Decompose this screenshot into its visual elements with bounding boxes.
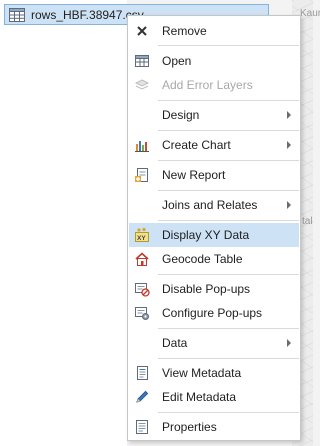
menu-separator	[158, 358, 299, 359]
menu-item-label: Data	[162, 336, 188, 350]
menu-item-remove[interactable]: Remove	[129, 19, 299, 43]
submenu-arrow-icon	[287, 111, 291, 119]
menu-item-geocode-table[interactable]: Geocode Table	[129, 247, 299, 271]
menu-item-design[interactable]: Design	[129, 103, 299, 127]
menu-separator	[158, 328, 299, 329]
menu-item-label: View Metadata	[162, 366, 242, 380]
submenu-arrow-icon	[287, 141, 291, 149]
menu-item-create-chart[interactable]: Create Chart	[129, 133, 299, 157]
map-label-mid: tal	[302, 216, 313, 227]
menu-separator	[158, 412, 299, 413]
menu-item-label: Configure Pop-ups	[162, 306, 263, 320]
menu-separator	[158, 130, 299, 131]
menu-item-label: Joins and Relates	[162, 198, 258, 212]
menu-item-label: Open	[162, 54, 192, 68]
configure-popups-icon	[135, 307, 149, 320]
submenu-arrow-icon	[287, 339, 291, 347]
menu-item-open[interactable]: Open	[129, 49, 299, 73]
menu-item-label: New Report	[162, 168, 226, 182]
menu-item-data[interactable]: Data	[129, 331, 299, 355]
context-menu: Remove Open Add Error Layers Design Crea…	[127, 15, 301, 441]
menu-item-edit-metadata[interactable]: Edit Metadata	[129, 385, 299, 409]
menu-item-label: Display XY Data	[162, 228, 250, 242]
remove-icon	[137, 26, 147, 36]
table-icon	[9, 7, 25, 22]
geocode-icon	[135, 252, 149, 266]
menu-item-disable-popups[interactable]: Disable Pop-ups	[129, 277, 299, 301]
error-layers-icon	[134, 79, 150, 90]
contents-pane	[0, 0, 127, 446]
menu-item-label: Create Chart	[162, 138, 231, 152]
menu-item-add-error-layers: Add Error Layers	[129, 73, 299, 97]
chart-icon	[135, 141, 149, 152]
xy-data-icon: XY	[135, 227, 149, 242]
view-metadata-icon	[137, 366, 148, 380]
menu-item-label: Remove	[162, 24, 207, 38]
menu-separator	[158, 45, 299, 46]
menu-item-label: Edit Metadata	[162, 390, 237, 404]
table-icon	[135, 55, 149, 67]
menu-item-label: Geocode Table	[162, 252, 243, 266]
menu-item-configure-popups[interactable]: Configure Pop-ups	[129, 301, 299, 325]
report-icon	[135, 168, 148, 182]
menu-item-label: Design	[162, 108, 200, 122]
menu-item-properties[interactable]: Properties	[129, 415, 299, 439]
menu-item-view-metadata[interactable]: View Metadata	[129, 361, 299, 385]
menu-item-display-xy-data[interactable]: XY Display XY Data	[129, 223, 299, 247]
menu-item-label: Add Error Layers	[162, 78, 253, 92]
svg-text:XY: XY	[137, 235, 146, 242]
menu-item-label: Disable Pop-ups	[162, 282, 251, 296]
map-label-top: Kaur	[300, 8, 320, 19]
menu-item-joins-and-relates[interactable]: Joins and Relates	[129, 193, 299, 217]
disable-popups-icon	[135, 283, 150, 297]
edit-metadata-icon	[136, 390, 149, 403]
menu-separator	[158, 190, 299, 191]
menu-item-label: Properties	[162, 420, 217, 434]
menu-separator	[158, 100, 299, 101]
properties-icon	[136, 420, 148, 434]
menu-separator	[158, 160, 299, 161]
menu-separator	[158, 274, 299, 275]
menu-item-new-report[interactable]: New Report	[129, 163, 299, 187]
menu-separator	[158, 220, 299, 221]
submenu-arrow-icon	[287, 201, 291, 209]
